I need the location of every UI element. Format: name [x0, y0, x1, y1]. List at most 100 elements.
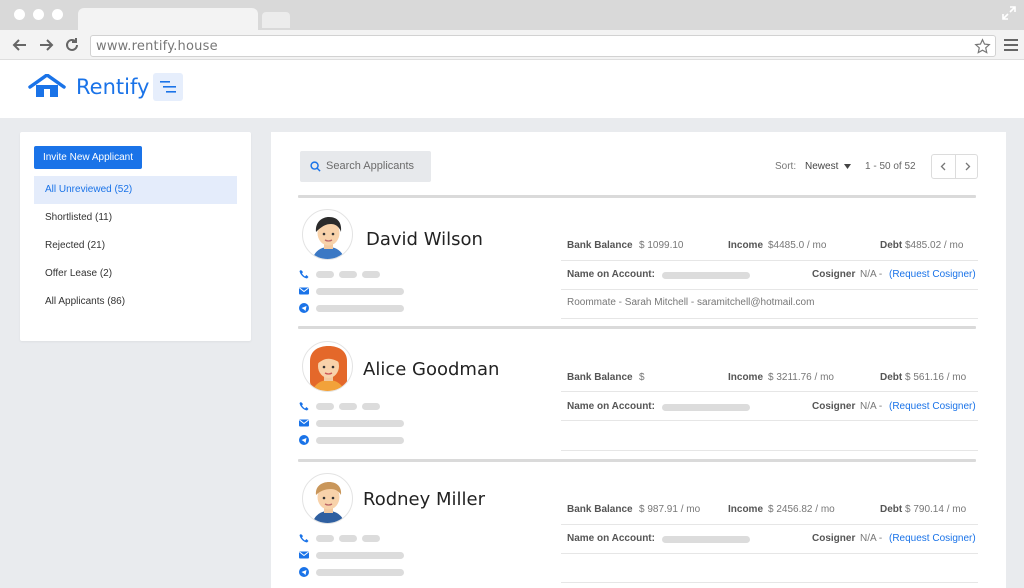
row-divider: [561, 289, 978, 290]
browser-tab-strip: [0, 0, 1024, 32]
masked-phone: [316, 403, 334, 410]
sort-dropdown[interactable]: Newest: [805, 161, 838, 172]
masked-account-name: [662, 404, 750, 411]
url-text: www.rentify.house: [96, 39, 218, 54]
row-divider: [561, 553, 978, 554]
applicant-name[interactable]: Alice Goodman: [363, 359, 499, 380]
applicant-name[interactable]: Rodney Miller: [363, 489, 485, 510]
window-minimize-dot[interactable]: [33, 9, 44, 20]
debt-label: Debt: [880, 504, 903, 515]
female-avatar-icon: [310, 346, 347, 391]
masked-handle: [316, 437, 404, 444]
row-divider: [561, 524, 978, 525]
masked-account-name: [662, 272, 750, 279]
sidebar-item-all-unreviewed[interactable]: All Unreviewed (52): [34, 176, 237, 204]
masked-handle: [316, 569, 404, 576]
avatar[interactable]: [302, 473, 353, 524]
masked-phone: [339, 403, 357, 410]
browser-menu-icon[interactable]: [1004, 39, 1018, 51]
envelope-icon: [299, 419, 309, 427]
fullscreen-icon[interactable]: [1002, 6, 1016, 20]
income-label: Income: [728, 240, 764, 251]
avatar[interactable]: [302, 341, 353, 392]
row-divider: [561, 260, 978, 261]
cosigner-value: N/A -: [860, 269, 883, 280]
phone-icon: [299, 270, 309, 279]
masked-email: [316, 552, 404, 559]
menu-lines-icon: [160, 81, 176, 93]
debt-label: Debt: [880, 372, 903, 383]
browser-tab[interactable]: [78, 8, 258, 32]
applicant-divider: [298, 459, 976, 462]
bookmark-star-icon[interactable]: [974, 38, 991, 55]
name-on-account-label: Name on Account:: [567, 269, 655, 280]
search-input[interactable]: Search Applicants: [300, 151, 431, 182]
income-label: Income: [728, 372, 764, 383]
income-value: $ 2456.82 / mo: [768, 504, 835, 515]
window-close-dot[interactable]: [14, 9, 25, 20]
new-tab-button[interactable]: [262, 12, 290, 28]
caret-down-icon[interactable]: [844, 164, 851, 169]
request-cosigner-link[interactable]: (Request Cosigner): [889, 269, 976, 280]
cosigner-value: N/A -: [860, 401, 883, 412]
invite-new-applicant-button[interactable]: Invite New Applicant: [34, 146, 142, 169]
phone-icon: [299, 402, 309, 411]
row-divider: [561, 582, 978, 583]
masked-account-name: [662, 536, 750, 543]
bank-balance-value: $ 1099.10: [639, 240, 684, 251]
bank-balance-value: $: [639, 372, 645, 383]
avatar[interactable]: [302, 209, 353, 260]
address-bar[interactable]: www.rentify.house: [90, 35, 996, 57]
envelope-icon: [299, 287, 309, 295]
applicant-name[interactable]: David Wilson: [366, 229, 483, 250]
back-arrow-icon[interactable]: [12, 37, 28, 53]
sidebar-item-offer-lease[interactable]: Offer Lease (2): [34, 260, 237, 288]
sidebar-item-rejected[interactable]: Rejected (21): [34, 232, 237, 260]
male-avatar-icon: [312, 217, 345, 259]
row-divider: [561, 391, 978, 392]
cosigner-label: Cosigner: [812, 401, 856, 412]
sidebar-item-shortlisted[interactable]: Shortlisted (11): [34, 204, 237, 232]
pagination: [931, 154, 978, 179]
cosigner-label: Cosigner: [812, 533, 856, 544]
bank-balance-label: Bank Balance: [567, 504, 633, 515]
house-logo-icon: [28, 74, 66, 97]
masked-email: [316, 288, 404, 295]
request-cosigner-link[interactable]: (Request Cosigner): [889, 533, 976, 544]
cosigner-label: Cosigner: [812, 269, 856, 280]
request-cosigner-link[interactable]: (Request Cosigner): [889, 401, 976, 412]
masked-phone: [339, 535, 357, 542]
bank-balance-label: Bank Balance: [567, 372, 633, 383]
bank-balance-value: $ 987.91 / mo: [639, 504, 701, 515]
debt-label: Debt: [880, 240, 903, 251]
masked-email: [316, 420, 404, 427]
masked-phone: [339, 271, 357, 278]
income-label: Income: [728, 504, 764, 515]
sidebar-item-all-applicants[interactable]: All Applicants (86): [34, 288, 237, 316]
forward-arrow-icon[interactable]: [38, 37, 54, 53]
income-value: $4485.0 / mo: [768, 240, 827, 251]
bank-balance-label: Bank Balance: [567, 240, 633, 251]
search-icon: [310, 161, 321, 172]
debt-value: $ 561.16 / mo: [905, 372, 967, 383]
brand-name[interactable]: Rentify: [76, 75, 149, 99]
row-divider: [561, 318, 978, 319]
masked-phone: [362, 271, 380, 278]
page-range: 1 - 50 of 52: [865, 161, 916, 172]
sidebar-toggle-button[interactable]: [153, 73, 183, 101]
telegram-icon: [299, 303, 309, 313]
telegram-icon: [299, 567, 309, 577]
masked-phone: [362, 535, 380, 542]
masked-phone: [316, 271, 334, 278]
income-value: $ 3211.76 / mo: [768, 372, 834, 383]
window-maximize-dot[interactable]: [52, 9, 63, 20]
debt-value: $485.02 / mo: [905, 240, 964, 251]
reload-icon[interactable]: [64, 37, 80, 53]
name-on-account-label: Name on Account:: [567, 401, 655, 412]
telegram-icon: [299, 435, 309, 445]
previous-page-icon[interactable]: [932, 155, 955, 178]
next-page-icon[interactable]: [956, 155, 979, 178]
debt-value: $ 790.14 / mo: [905, 504, 967, 515]
row-divider: [561, 420, 978, 421]
search-placeholder: Search Applicants: [326, 160, 415, 172]
